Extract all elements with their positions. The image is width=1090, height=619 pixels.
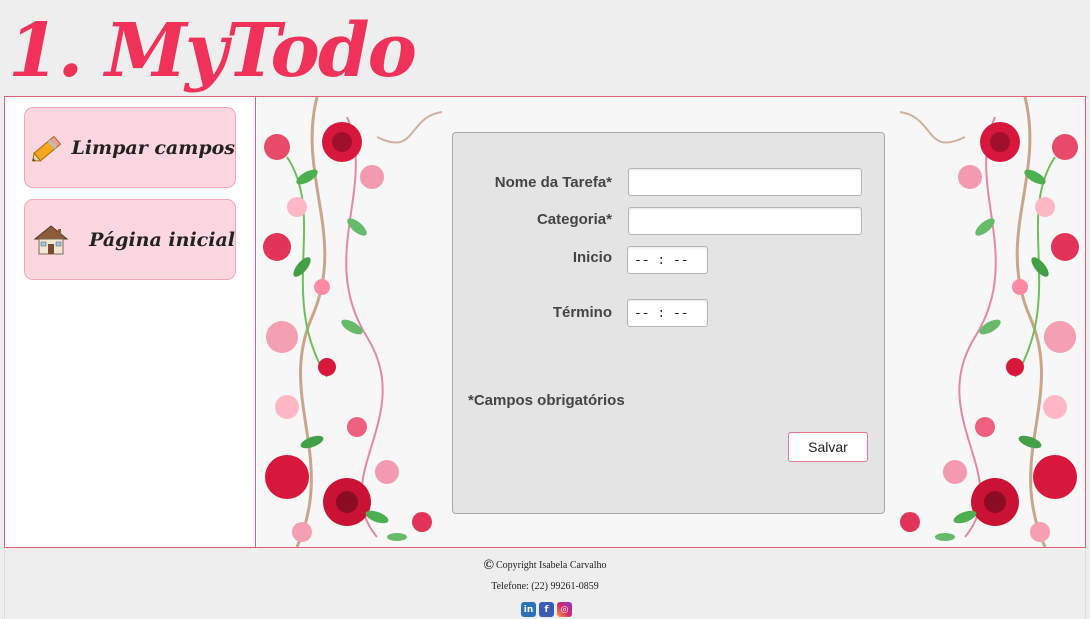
main-frame: Limpar campos Página inicial Nome da Tar… bbox=[4, 96, 1086, 548]
category-input[interactable] bbox=[628, 207, 862, 235]
clear-fields-label: Limpar campos bbox=[71, 136, 235, 159]
linkedin-icon[interactable]: in bbox=[521, 602, 536, 617]
sidebar: Limpar campos Página inicial bbox=[5, 97, 256, 547]
house-icon bbox=[25, 220, 77, 260]
content-area: Nome da Tarefa* Categoria* Inicio -- : -… bbox=[257, 97, 1085, 547]
clear-fields-button[interactable]: Limpar campos bbox=[24, 107, 236, 188]
start-time-input[interactable]: -- : -- bbox=[627, 246, 708, 274]
category-label: Categoria* bbox=[536, 211, 612, 228]
end-time-label: Término bbox=[552, 304, 612, 321]
phone-text: Telefone: (22) 99261-0859 bbox=[491, 581, 599, 592]
task-name-input[interactable] bbox=[628, 168, 862, 196]
facebook-icon[interactable]: f bbox=[539, 602, 554, 617]
save-button[interactable]: Salvar bbox=[788, 432, 868, 462]
start-time-label: Inicio bbox=[572, 249, 612, 266]
app-title: 1. MyTodo bbox=[8, 8, 417, 94]
floral-border-right bbox=[899, 97, 1079, 547]
task-form: Nome da Tarefa* Categoria* Inicio -- : -… bbox=[452, 132, 885, 514]
home-page-button[interactable]: Página inicial bbox=[24, 199, 236, 280]
end-time-input[interactable]: -- : -- bbox=[627, 299, 708, 327]
social-links: in f ◎ bbox=[521, 602, 572, 617]
copyright-line: © Copyright Isabela Carvalho bbox=[5, 558, 1085, 574]
copyright-icon: © bbox=[483, 558, 494, 573]
home-page-label: Página inicial bbox=[89, 228, 235, 251]
pencil-icon bbox=[25, 128, 71, 168]
footer: © Copyright Isabela Carvalho Telefone: (2… bbox=[4, 549, 1086, 619]
required-fields-note: *Campos obrigatórios bbox=[468, 392, 625, 409]
instagram-icon[interactable]: ◎ bbox=[557, 602, 572, 617]
copyright-text: Copyright Isabela Carvalho bbox=[495, 560, 607, 571]
task-name-label: Nome da Tarefa* bbox=[494, 174, 612, 191]
floral-border-left bbox=[263, 97, 443, 547]
